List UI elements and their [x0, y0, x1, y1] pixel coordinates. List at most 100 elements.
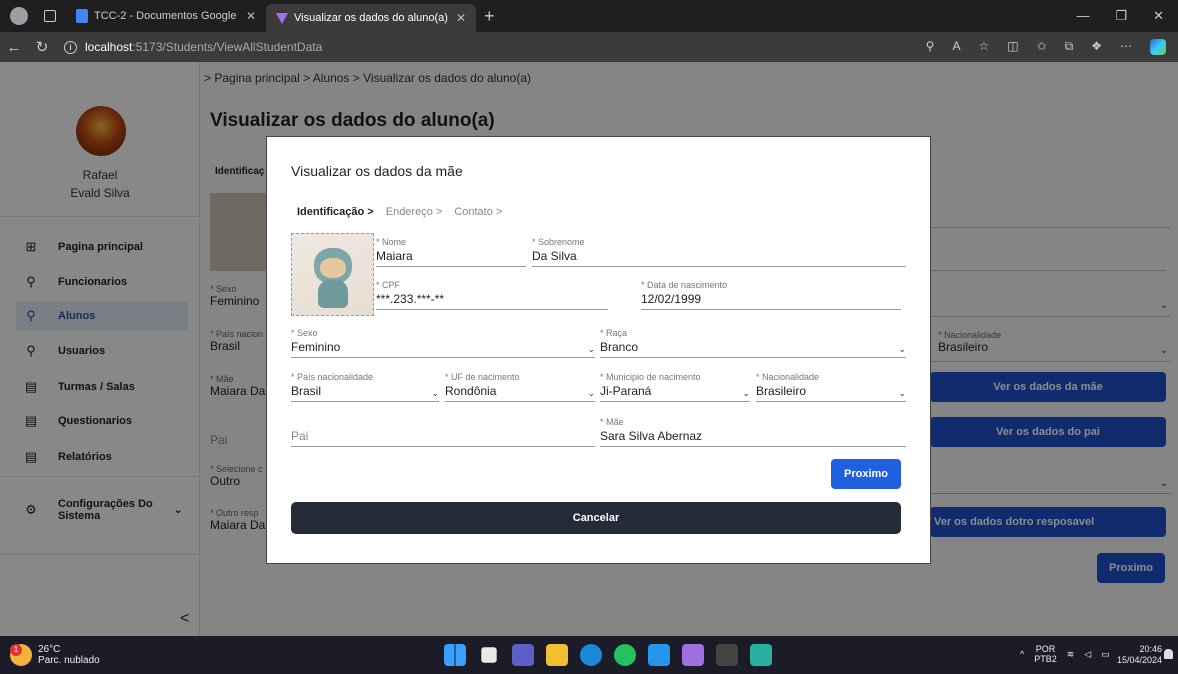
- address-bar: ← ↻ i localhost:5173/Students/ViewAllStu…: [0, 32, 1178, 62]
- field-label: * Sexo: [291, 328, 318, 338]
- google-docs-icon: [76, 9, 88, 23]
- wifi-icon[interactable]: ≋: [1067, 649, 1075, 660]
- url-path: :5173/Students/ViewAllStudentData: [132, 40, 323, 54]
- file-explorer-icon[interactable]: [546, 644, 568, 666]
- modal-title: Visualizar os dados da mãe: [291, 163, 463, 179]
- pai-field[interactable]: Pai: [291, 429, 595, 447]
- collections-icon[interactable]: ⧉: [1065, 39, 1074, 55]
- tab-endereco[interactable]: Endereço >: [386, 206, 443, 218]
- uf-select[interactable]: * UF de nacimento Rondônia ⌄: [445, 372, 595, 402]
- field-label: * Municipio de nacimento: [600, 372, 701, 382]
- field-value: Da Silva: [532, 249, 577, 263]
- mother-photo: [291, 233, 374, 316]
- field-label: * UF de nacimento: [445, 372, 520, 382]
- volume-icon[interactable]: ◁: [1084, 649, 1091, 660]
- task-view-icon[interactable]: [481, 647, 497, 663]
- minimize-icon[interactable]: —: [1076, 8, 1089, 24]
- tab-identificacao[interactable]: Identificação >: [297, 206, 374, 218]
- field-underline: [600, 357, 906, 358]
- read-aloud-icon[interactable]: A: [952, 39, 960, 55]
- new-tab-icon[interactable]: +: [484, 6, 495, 27]
- back-icon[interactable]: ←: [0, 39, 28, 56]
- pais-select[interactable]: * País nacionalidade Brasil ⌄: [291, 372, 439, 402]
- browser-profile-icon[interactable]: [10, 7, 28, 25]
- close-window-icon[interactable]: ✕: [1153, 8, 1164, 24]
- field-underline: [532, 266, 906, 267]
- restore-icon[interactable]: ❐: [1115, 8, 1127, 24]
- nome-field[interactable]: * Nome Maiara: [376, 237, 526, 267]
- time: 20:46: [1139, 644, 1162, 654]
- field-label: * Mãe: [600, 417, 624, 427]
- taskbar: 1 26°C Parc. nublado ^ POR PTB2 ≋ ◁ ▭ 20…: [0, 636, 1178, 674]
- browser-tab-docs[interactable]: TCC-2 - Documentos Google ✕: [66, 0, 266, 32]
- chevron-down-icon: ⌄: [587, 388, 595, 398]
- chevron-up-icon[interactable]: ^: [1020, 649, 1024, 659]
- field-value: Brasil: [291, 384, 322, 398]
- cancel-button[interactable]: Cancelar: [291, 502, 901, 534]
- app-icon[interactable]: [750, 644, 772, 666]
- field-value: Maiara: [376, 249, 413, 263]
- key-icon[interactable]: ⚲: [926, 39, 935, 55]
- field-value: Brasileiro: [756, 384, 807, 398]
- nacionalidade-select[interactable]: * Nacionalidade Brasileiro ⌄: [756, 372, 906, 402]
- field-label: * País nacionalidade: [291, 372, 374, 382]
- language-indicator[interactable]: POR PTB2: [1034, 644, 1057, 664]
- more-icon[interactable]: ⋯: [1120, 39, 1132, 55]
- favorite-star-icon[interactable]: ☆: [978, 39, 989, 55]
- copilot-icon[interactable]: [1150, 39, 1166, 55]
- url-field[interactable]: i localhost:5173/Students/ViewAllStudent…: [64, 40, 322, 54]
- extensions-icon[interactable]: ❖: [1091, 39, 1102, 55]
- info-icon[interactable]: i: [64, 40, 77, 54]
- mae-field[interactable]: * Mãe Sara Silva Abernaz: [600, 417, 906, 447]
- url-host: localhost: [85, 40, 133, 54]
- close-tab-icon[interactable]: ✕: [456, 11, 466, 25]
- favorites-icon[interactable]: ✩: [1037, 39, 1047, 55]
- sobrenome-field[interactable]: * Sobrenome Da Silva: [532, 237, 906, 267]
- chevron-down-icon: ⌄: [431, 388, 439, 398]
- sexo-select[interactable]: * Sexo Feminino ⌄: [291, 328, 595, 358]
- taskbar-apps: [444, 644, 772, 666]
- field-value: Branco: [600, 340, 639, 354]
- reload-icon[interactable]: ↻: [28, 38, 56, 56]
- browser-tab-bar: TCC-2 - Documentos Google ✕ Visualizar o…: [0, 0, 1178, 32]
- chevron-down-icon: ⌄: [898, 388, 906, 398]
- edge-icon[interactable]: [580, 644, 602, 666]
- notification-badge: 1: [10, 644, 22, 656]
- municipio-select[interactable]: * Municipio de nacimento Ji-Paraná ⌄: [600, 372, 750, 402]
- docker-icon[interactable]: [648, 644, 670, 666]
- field-label: * Raça: [600, 328, 628, 338]
- mother-data-modal: Visualizar os dados da mãe Identificação…: [266, 136, 931, 564]
- split-screen-icon[interactable]: ◫: [1007, 39, 1018, 55]
- data-nascimento-field[interactable]: * Data de nascimento 12/02/1999: [641, 280, 901, 310]
- field-underline: [291, 446, 595, 447]
- tab-contato[interactable]: Contato >: [454, 206, 502, 218]
- field-underline: [376, 309, 608, 310]
- next-button[interactable]: Proximo: [831, 459, 901, 489]
- close-tab-icon[interactable]: ✕: [246, 9, 256, 23]
- clock[interactable]: 20:46 15/04/2024: [1108, 644, 1162, 666]
- field-label: * Sobrenome: [532, 237, 585, 247]
- tab-actions-icon[interactable]: [44, 10, 56, 22]
- field-label: * Nacionalidade: [756, 372, 820, 382]
- field-value: ***.233.***-**: [376, 292, 445, 306]
- raca-select[interactable]: * Raça Branco ⌄: [600, 328, 906, 358]
- field-underline: [376, 266, 526, 267]
- teams-icon[interactable]: [512, 644, 534, 666]
- weather-description: Parc. nublado: [38, 655, 100, 666]
- weather-widget[interactable]: 1 26°C Parc. nublado: [10, 644, 100, 666]
- windows-start-icon[interactable]: [444, 644, 466, 666]
- browser-tab-app[interactable]: Visualizar os dados do aluno(a) ✕: [266, 4, 476, 32]
- cpf-field[interactable]: * CPF ***.233.***-**: [376, 280, 608, 310]
- whatsapp-icon[interactable]: [614, 644, 636, 666]
- field-underline: [756, 401, 906, 402]
- field-label: * Data de nascimento: [641, 280, 728, 290]
- field-placeholder: Pai: [291, 429, 309, 443]
- photo-figure: [318, 280, 348, 308]
- notification-bell-icon[interactable]: [1164, 649, 1173, 659]
- chevron-down-icon: ⌄: [898, 344, 906, 354]
- visual-studio-icon[interactable]: [682, 644, 704, 666]
- keyboard-layout: PTB2: [1034, 654, 1057, 664]
- terminal-icon[interactable]: [716, 644, 738, 666]
- field-underline: [291, 401, 439, 402]
- field-value: Sara Silva Abernaz: [600, 429, 703, 443]
